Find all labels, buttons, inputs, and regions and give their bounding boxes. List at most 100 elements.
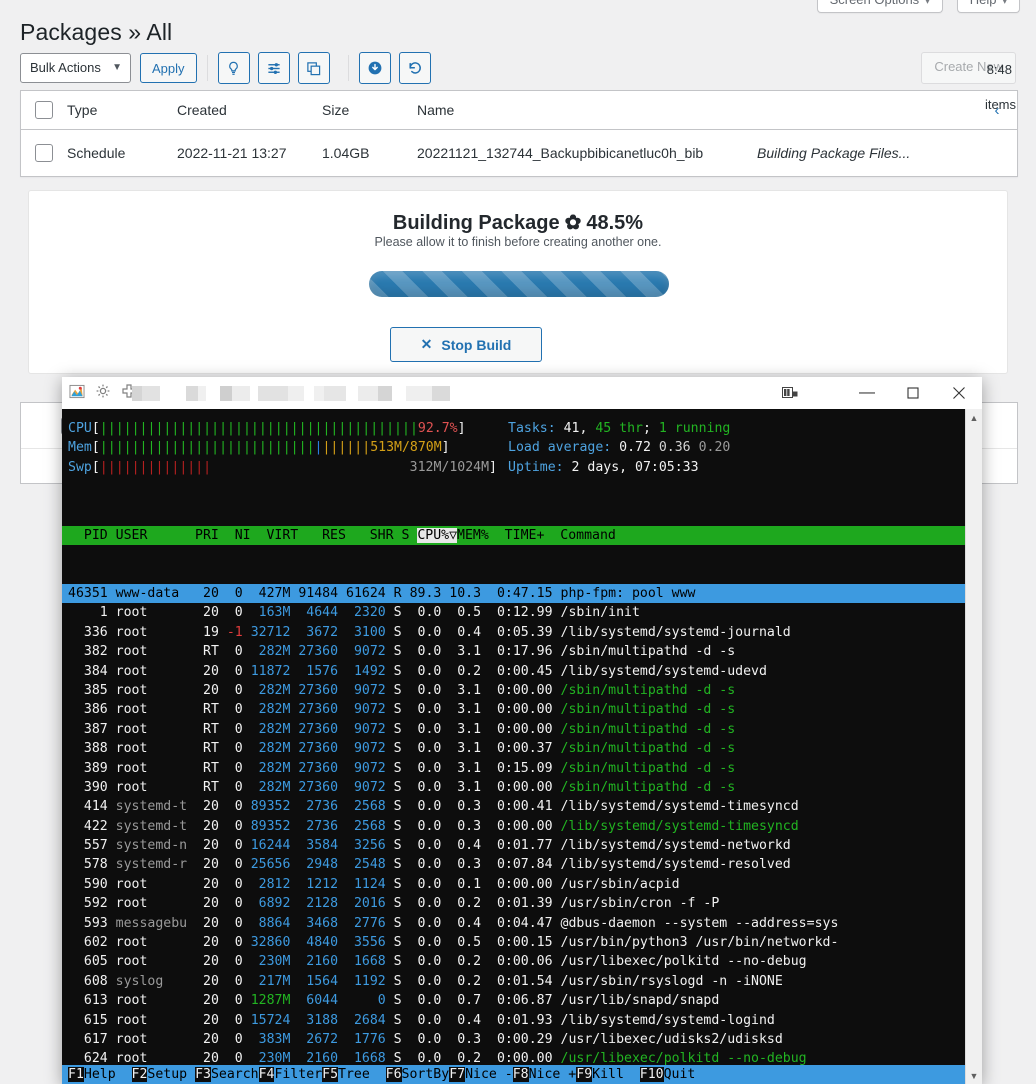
- column-header-type[interactable]: Type: [67, 102, 177, 118]
- htop-process-row[interactable]: 557 systemd-n 20 0 16244 3584 3256 S 0.0…: [62, 836, 982, 855]
- redacted-block: [160, 386, 186, 401]
- redacted-block: [250, 386, 258, 401]
- htop-process-row[interactable]: 578 systemd-r 20 0 25656 2948 2548 S 0.0…: [62, 855, 982, 874]
- htop-process-row[interactable]: 389 root RT 0 282M 27360 9072 S 0.0 3.1 …: [62, 759, 982, 778]
- cell-type: Schedule: [67, 145, 126, 161]
- htop-process-row[interactable]: 387 root RT 0 282M 27360 9072 S 0.0 3.1 …: [62, 720, 982, 739]
- htop-process-row[interactable]: 593 messagebu 20 0 8864 3468 2776 S 0.0 …: [62, 914, 982, 933]
- redacted-block: [324, 386, 346, 401]
- column-header-size[interactable]: Size: [322, 102, 417, 118]
- htop-process-table: PID USER PRI NI VIRT RES SHR S CPU%▽MEM%…: [62, 487, 982, 1084]
- screen-meta-buttons: Screen Options ▾ Help ▾: [816, 0, 1020, 13]
- htop-process-row[interactable]: 602 root 20 0 32860 4840 3556 S 0.0 0.5 …: [62, 933, 982, 952]
- split-view-icon[interactable]: [760, 377, 820, 409]
- htop-process-row[interactable]: 385 root 20 0 282M 27360 9072 S 0.0 3.1 …: [62, 681, 982, 700]
- htop-process-row[interactable]: 613 root 20 0 1287M 6044 0 S 0.0 0.7 0:0…: [62, 991, 982, 1010]
- htop-process-row[interactable]: 384 root 20 0 11872 1576 1492 S 0.0 0.2 …: [62, 662, 982, 681]
- close-button[interactable]: [936, 377, 982, 409]
- htop-process-row[interactable]: 388 root RT 0 282M 27360 9072 S 0.0 3.1 …: [62, 739, 982, 758]
- htop-process-row[interactable]: 390 root RT 0 282M 27360 9072 S 0.0 3.1 …: [62, 778, 982, 797]
- htop-process-row[interactable]: 386 root RT 0 282M 27360 9072 S 0.0 3.1 …: [62, 700, 982, 719]
- redacted-block: [392, 386, 406, 401]
- toolbar-divider-2: [347, 55, 349, 81]
- htop-process-row[interactable]: 617 root 20 0 383M 2672 1776 S 0.0 0.3 0…: [62, 1030, 982, 1049]
- htop-process-row[interactable]: 592 root 20 0 6892 2128 2016 S 0.0 0.2 0…: [62, 894, 982, 913]
- screen-options-button[interactable]: Screen Options ▾: [816, 0, 943, 13]
- terminal-window: — CPU[||||||||||||||||||||||||||||||||||…: [62, 377, 982, 1084]
- restore-icon[interactable]: [398, 52, 431, 84]
- scroll-up-arrow-icon[interactable]: ▲: [966, 409, 982, 426]
- copy-icon[interactable]: [297, 52, 330, 84]
- page-title: Packages » All: [20, 19, 173, 46]
- stop-build-button[interactable]: ✕ Stop Build: [390, 327, 542, 362]
- build-title: Building Package ✿ 48.5%: [29, 210, 1007, 235]
- fkey-f4[interactable]: F4: [258, 1066, 275, 1082]
- close-icon: ✕: [420, 336, 433, 352]
- htop-meter-mem: Mem[||||||||||||||||||||||||||||||||||51…: [68, 440, 731, 456]
- redacted-block: [186, 386, 198, 401]
- htop-process-row[interactable]: 336 root 19 -1 32712 3672 3100 S 0.0 0.4…: [62, 623, 982, 642]
- htop-table-header[interactable]: PID USER PRI NI VIRT RES SHR S CPU%▽MEM%…: [62, 525, 982, 546]
- htop-meter-cpu: CPU[||||||||||||||||||||||||||||||||||||…: [68, 421, 731, 436]
- sliders-icon[interactable]: [257, 52, 290, 84]
- terminal-scrollbar[interactable]: ▲ ▼: [965, 409, 982, 1084]
- fkey-f9[interactable]: F9: [576, 1066, 593, 1082]
- fkey-f3[interactable]: F3: [195, 1066, 211, 1082]
- redacted-block: [220, 386, 232, 401]
- select-all-checkbox[interactable]: [35, 101, 53, 119]
- fkey-label: Kill: [592, 1066, 640, 1082]
- download-icon[interactable]: [358, 52, 391, 84]
- scroll-down-arrow-icon[interactable]: ▼: [966, 1067, 982, 1084]
- redacted-block: [314, 386, 324, 401]
- fkey-f7[interactable]: F7: [449, 1066, 466, 1082]
- lower-items-count: items: [984, 97, 1016, 112]
- column-header-name[interactable]: Name: [417, 102, 757, 118]
- htop-process-row[interactable]: 414 systemd-t 20 0 89352 2736 2568 S 0.0…: [62, 797, 982, 816]
- htop-meters: CPU[||||||||||||||||||||||||||||||||||||…: [68, 419, 730, 477]
- htop-process-row[interactable]: 46351 www-data 20 0 427M 91484 61624 R 8…: [62, 584, 982, 604]
- table-row[interactable]: Schedule 2022-11-21 13:27 1.04GB 2022112…: [21, 130, 1017, 176]
- bulk-actions-select[interactable]: Bulk Actions: [20, 53, 131, 83]
- htop-process-row[interactable]: 382 root RT 0 282M 27360 9072 S 0.0 3.1 …: [62, 642, 982, 661]
- row-checkbox-cell: [21, 144, 67, 162]
- select-all-checkbox-cell: [21, 101, 67, 119]
- help-label: Help: [970, 0, 997, 7]
- apply-button[interactable]: Apply: [140, 53, 197, 83]
- htop-function-keys[interactable]: F1Help F2Setup F3SearchF4FilterF5Tree F6…: [62, 1064, 982, 1084]
- fkey-label: Nice -: [465, 1066, 513, 1082]
- build-subtitle: Please allow it to finish before creatin…: [374, 235, 662, 249]
- gear-icon[interactable]: [94, 382, 112, 400]
- help-button[interactable]: Help ▾: [956, 0, 1020, 13]
- htop-process-row[interactable]: 590 root 20 0 2812 1212 1124 S 0.0 0.1 0…: [62, 875, 982, 894]
- fkey-f10[interactable]: F10: [639, 1066, 664, 1082]
- build-title-text: Building Package: [392, 212, 560, 234]
- fkey-f6[interactable]: F6: [385, 1066, 402, 1082]
- row-checkbox[interactable]: [35, 144, 53, 162]
- packages-table: Type Created Size Name ‹ Schedule 2022-1…: [20, 90, 1018, 177]
- redacted-block: [406, 386, 432, 401]
- window-controls: —: [760, 377, 982, 409]
- fkey-f2[interactable]: F2: [131, 1066, 148, 1082]
- mobaxterm-icon[interactable]: [68, 382, 86, 400]
- maximize-button[interactable]: [890, 377, 936, 409]
- htop-process-row[interactable]: 422 systemd-t 20 0 89352 2736 2568 S 0.0…: [62, 817, 982, 836]
- minimize-button[interactable]: —: [844, 377, 890, 409]
- lightbulb-icon[interactable]: [217, 52, 250, 84]
- terminal-titlebar[interactable]: —: [62, 377, 982, 410]
- redacted-block: [198, 386, 206, 401]
- table-header-row: Type Created Size Name ‹: [21, 91, 1017, 130]
- htop-process-row[interactable]: 615 root 20 0 15724 3188 2684 S 0.0 0.4 …: [62, 1011, 982, 1030]
- bulk-actions-select-wrap: Bulk Actions ▼: [20, 53, 131, 83]
- htop-process-row[interactable]: 608 syslog 20 0 217M 1564 1192 S 0.0 0.2…: [62, 972, 982, 991]
- fkey-label: Search: [210, 1066, 259, 1082]
- htop-process-row[interactable]: 605 root 20 0 230M 2160 1668 S 0.0 0.2 0…: [62, 952, 982, 971]
- htop-terminal[interactable]: CPU[||||||||||||||||||||||||||||||||||||…: [62, 409, 982, 1084]
- fkey-f5[interactable]: F5: [322, 1066, 339, 1082]
- column-header-created[interactable]: Created: [177, 102, 322, 118]
- fkey-f8[interactable]: F8: [512, 1066, 529, 1082]
- screen-options-label: Screen Options: [830, 0, 920, 7]
- table-toolbar: Bulk Actions ▼ Apply: [20, 52, 439, 84]
- htop-process-row[interactable]: 1 root 20 0 163M 4644 2320 S 0.0 0.5 0:1…: [62, 603, 982, 622]
- cell-size: 1.04GB: [322, 145, 370, 161]
- fkey-f1[interactable]: F1: [68, 1066, 84, 1082]
